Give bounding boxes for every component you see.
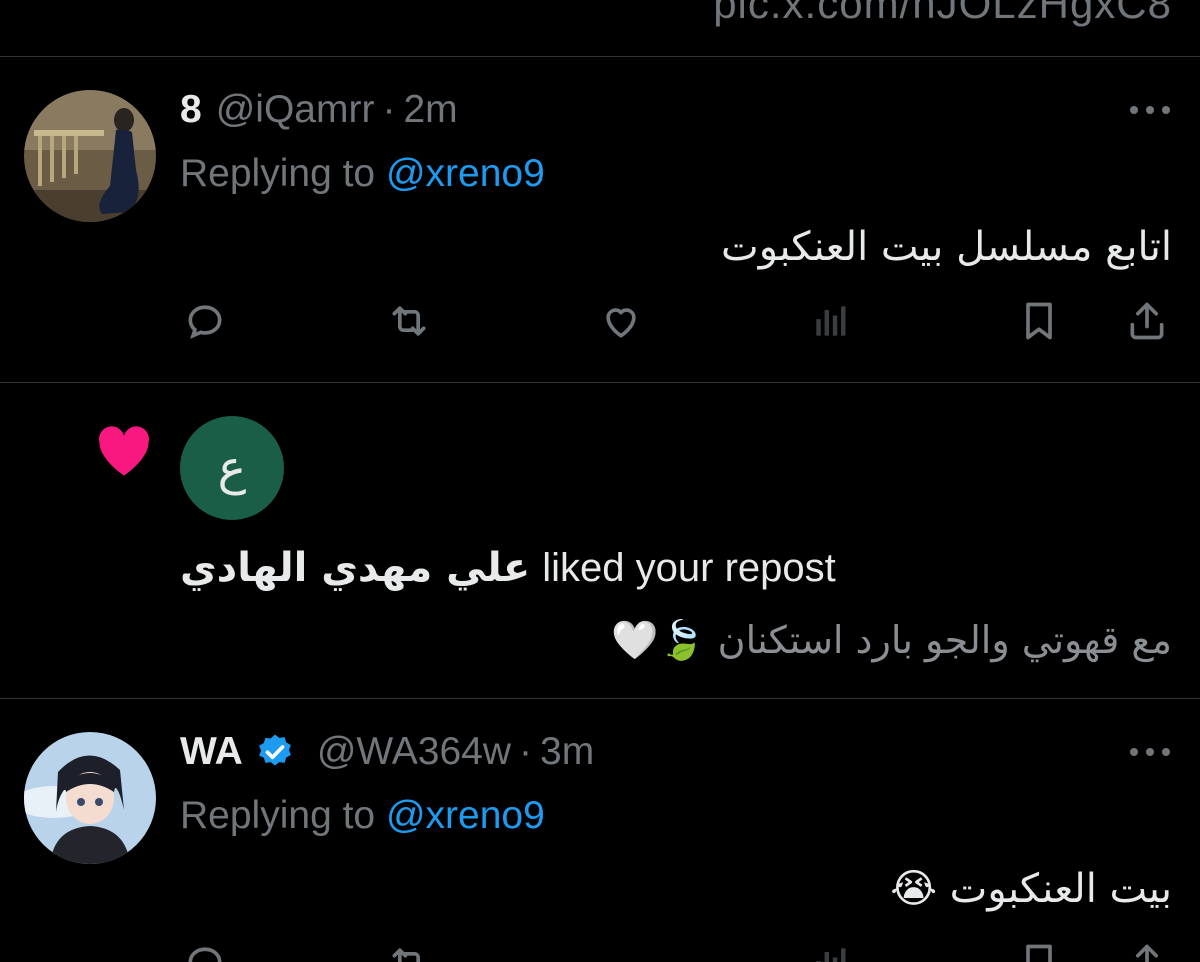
liked-post-text[interactable]: مع قهوتي والجو بارد استكنان 🍃🤍 [611,618,1172,663]
more-options-icon[interactable] [1130,746,1170,758]
separator-dot: · [382,88,396,131]
tweet-actions [180,938,1172,962]
user-handle[interactable]: @WA364w [317,730,511,774]
notification-action: liked your repost [542,545,836,590]
replying-prefix: Replying to [180,152,386,195]
analytics-icon [816,948,846,962]
reply-button[interactable] [180,296,230,346]
tweet-header: WA @WA364w · 3m [180,730,594,774]
heart-icon [99,426,149,476]
profile-photo-icon [24,732,156,864]
tweet-media-link[interactable]: pic.x.com/hJOLzHgxC8 [713,0,1172,28]
separator-dot: · [519,730,533,773]
divider [0,698,1200,699]
mention-link[interactable]: @xreno9 [386,152,545,195]
repost-button[interactable] [384,938,434,962]
tweet-actions [180,296,1172,346]
replying-to-line: Replying to @xreno9 [180,794,545,838]
reply-icon [188,305,222,339]
display-name[interactable]: WA [180,730,243,774]
avatar[interactable] [24,90,156,222]
divider [0,56,1200,57]
liker-name[interactable]: علي مهدي الهادي [180,545,530,591]
bookmark-icon [1026,944,1052,962]
reply-icon [188,947,222,962]
timestamp[interactable]: 2m [403,88,457,132]
bookmark-icon [1026,302,1052,340]
display-name[interactable]: 8 [180,88,202,132]
share-icon [1136,944,1158,962]
share-icon [1130,302,1164,340]
views-button[interactable] [806,296,856,346]
avatar[interactable]: ع [180,416,284,520]
analytics-icon [816,306,846,336]
more-options-icon[interactable] [1130,104,1170,116]
repost-icon [392,306,426,336]
divider [0,382,1200,383]
share-button[interactable] [1122,938,1172,962]
tweet-text: بيت العنكبوت 😭 [890,866,1172,912]
repost-button[interactable] [384,296,434,346]
verified-badge-icon[interactable] [255,732,295,772]
tweet-text: اتابع مسلسل بيت العنكبوت [721,224,1172,270]
bookmark-button[interactable] [1014,296,1064,346]
bookmark-button[interactable] [1014,938,1064,962]
reply-button[interactable] [180,938,230,962]
replying-to-line: Replying to @xreno9 [180,152,545,196]
like-button[interactable] [596,296,646,346]
tweet-header: 8 @iQamrr · 2m [180,88,458,132]
repost-icon [392,948,420,962]
user-handle[interactable]: @iQamrr [216,88,375,132]
profile-photo-icon [24,90,156,222]
mention-link[interactable]: @xreno9 [386,794,545,837]
avatar[interactable] [24,732,156,864]
heart-outline-icon [606,308,636,338]
like-notification-text: علي مهدي الهادي liked your repost [180,545,836,591]
timestamp[interactable]: 3m [540,730,594,774]
replying-prefix: Replying to [180,794,386,837]
views-button[interactable] [806,938,856,962]
avatar-letter: ع [217,440,247,496]
share-button[interactable] [1122,296,1172,346]
